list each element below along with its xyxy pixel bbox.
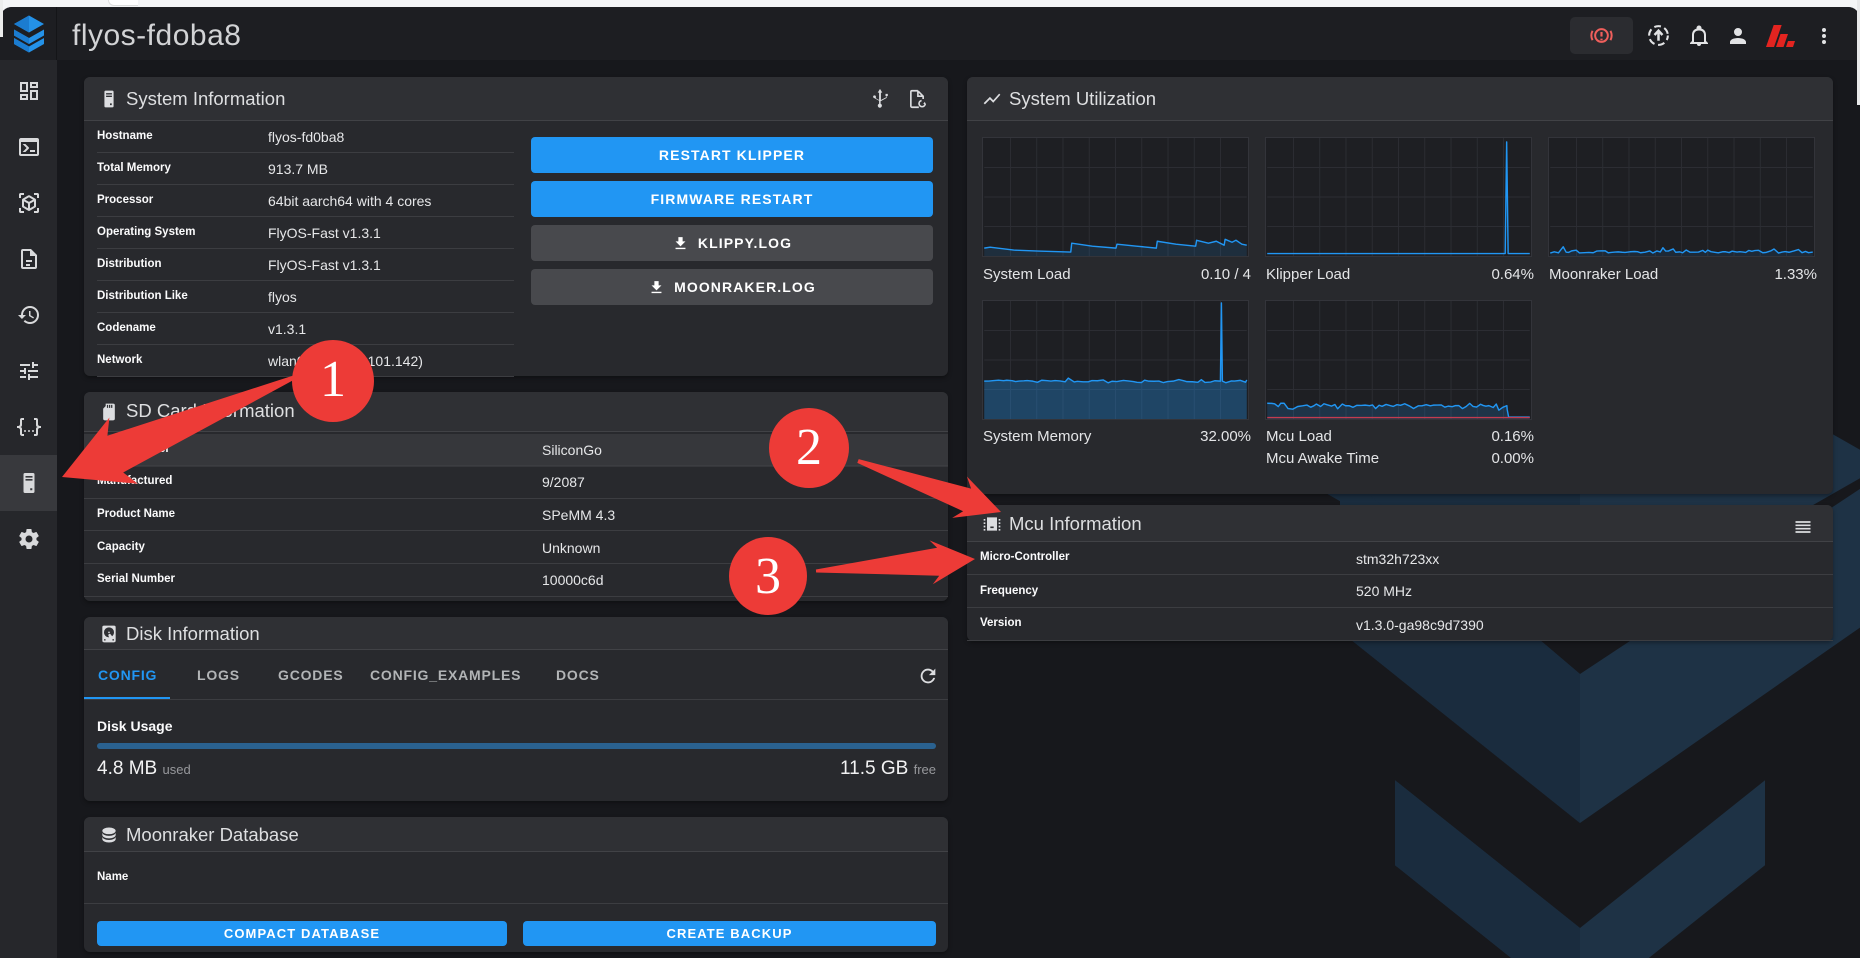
svg-text:1: 1 bbox=[320, 351, 346, 408]
svg-text:2: 2 bbox=[796, 419, 822, 476]
svg-text:3: 3 bbox=[755, 548, 781, 605]
